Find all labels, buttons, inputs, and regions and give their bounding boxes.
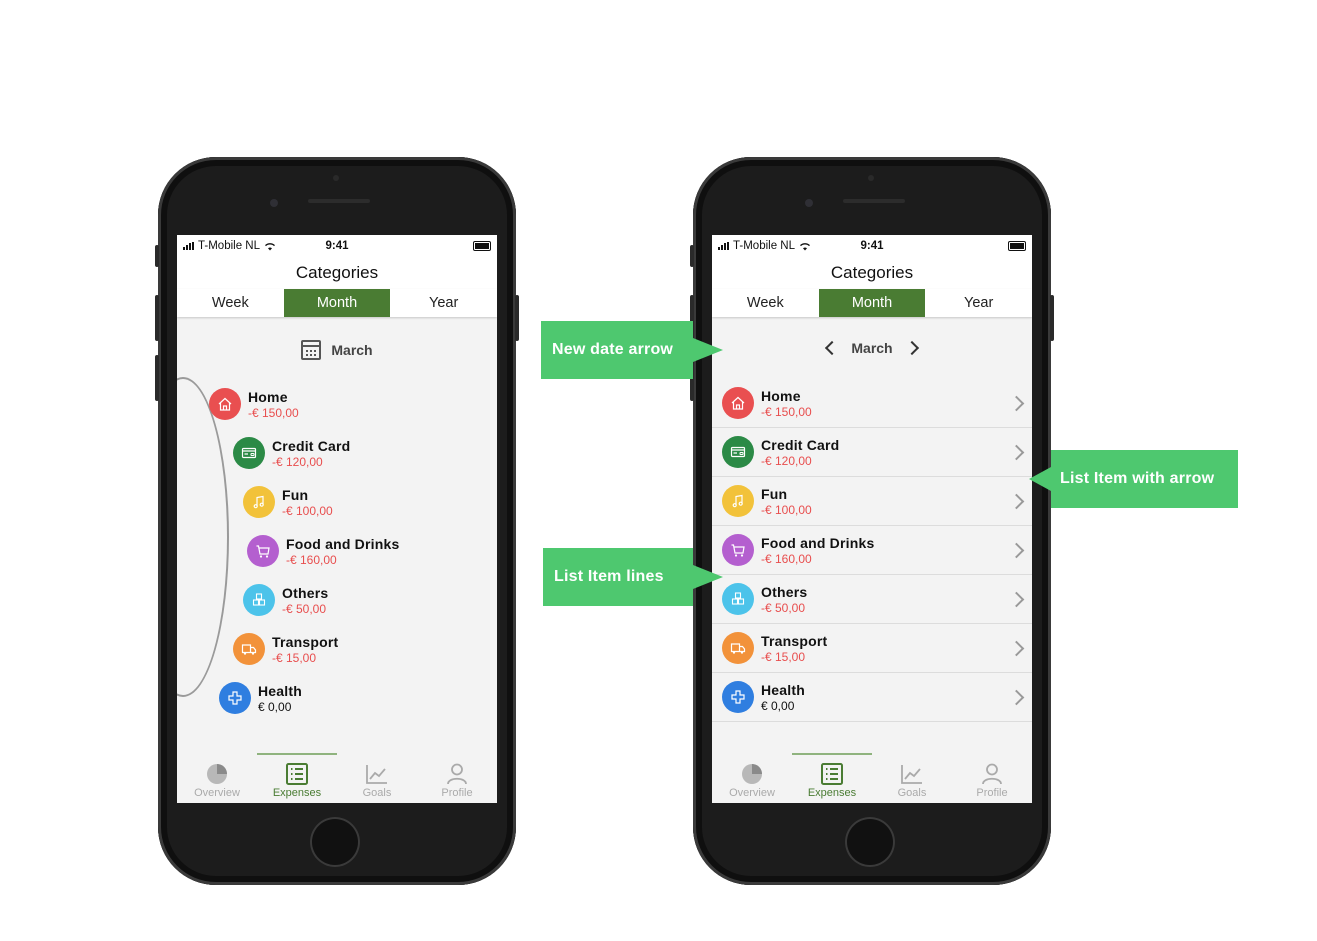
screen: T-Mobile NL 9:41 Categories Week Month Y… [712, 235, 1032, 803]
chevron-right-icon [1008, 542, 1025, 559]
tab-week[interactable]: Week [177, 289, 284, 317]
pie-chart-icon [742, 764, 762, 784]
shopping-cart-icon [722, 534, 754, 566]
music-note-icon [722, 485, 754, 517]
status-bar: T-Mobile NL 9:41 [177, 235, 497, 257]
truck-icon [233, 633, 265, 665]
category-list: Home -€ 150,00 Credit Card -€ 120,00 Fun -€… [712, 379, 1032, 722]
list-item-others[interactable]: Others -€ 50,00 [712, 575, 1032, 624]
status-time: 9:41 [860, 240, 884, 252]
list-item-health[interactable]: Health € 0,00 [712, 673, 1032, 722]
line-chart-icon [366, 765, 387, 784]
chevron-right-icon [1008, 640, 1025, 657]
list-item-fun[interactable]: Fun -€ 100,00 [712, 477, 1032, 526]
list-item-credit-card[interactable]: Credit Card -€ 120,00 [233, 437, 350, 469]
camera-icon [270, 199, 278, 207]
tab-week[interactable]: Week [712, 289, 819, 317]
tabbar-expenses[interactable]: Expenses [257, 753, 337, 803]
pie-chart-icon [207, 764, 227, 784]
callout-list-item-with-arrow: List Item with arrow [1029, 450, 1238, 508]
screen: T-Mobile NL 9:41 Categories Week Month Y… [177, 235, 497, 803]
user-icon [447, 763, 467, 785]
bottom-tab-bar: Overview Expenses Goals Profile [177, 753, 497, 803]
list-item-transport[interactable]: Transport -€ 15,00 [233, 633, 338, 665]
list-item-food-and-drinks[interactable]: Food and Drinks -€ 160,00 [712, 526, 1032, 575]
battery-icon [1008, 241, 1026, 251]
month-label: March [851, 340, 893, 356]
callout-new-date-arrow: New date arrow [541, 321, 723, 379]
tabbar-overview[interactable]: Overview [177, 753, 257, 803]
list-icon [821, 763, 843, 785]
month-label: March [331, 342, 373, 358]
list-item-home[interactable]: Home -€ 150,00 [712, 379, 1032, 428]
date-selector: March [712, 317, 1032, 379]
line-chart-icon [901, 765, 922, 784]
tab-year[interactable]: Year [925, 289, 1032, 317]
health-cross-icon [722, 681, 754, 713]
chevron-right-icon [1008, 493, 1025, 510]
page-title: Categories [712, 257, 1032, 289]
tab-year[interactable]: Year [390, 289, 497, 317]
user-icon [982, 763, 1002, 785]
chevron-left-icon[interactable] [825, 340, 840, 356]
period-tabs: Week Month Year [712, 289, 1032, 317]
calendar-icon [301, 340, 322, 360]
tabbar-expenses[interactable]: Expenses [792, 753, 872, 803]
shopping-cart-icon [247, 535, 279, 567]
list-item-health[interactable]: Health € 0,00 [219, 682, 302, 714]
chevron-right-icon [1008, 395, 1025, 412]
chevron-right-icon [1008, 591, 1025, 608]
chevron-right-icon [1008, 689, 1025, 706]
tabbar-goals[interactable]: Goals [337, 753, 417, 803]
callout-list-item-lines: List Item lines [543, 548, 723, 606]
camera-icon [805, 199, 813, 207]
truck-icon [722, 632, 754, 664]
home-icon [722, 387, 754, 419]
home-button[interactable] [845, 817, 895, 867]
tabbar-overview[interactable]: Overview [712, 753, 792, 803]
cubes-icon [243, 584, 275, 616]
status-bar: T-Mobile NL 9:41 [712, 235, 1032, 257]
list-icon [286, 763, 308, 785]
tabbar-goals[interactable]: Goals [872, 753, 952, 803]
chevron-right-icon[interactable] [904, 340, 919, 356]
list-item-others[interactable]: Others -€ 50,00 [243, 584, 328, 616]
tab-month[interactable]: Month [818, 289, 926, 317]
chevron-right-icon [1008, 444, 1025, 461]
tabbar-profile[interactable]: Profile [952, 753, 1032, 803]
cubes-icon [722, 583, 754, 615]
list-item-home[interactable]: Home -€ 150,00 [209, 388, 299, 420]
date-selector[interactable]: March [177, 317, 497, 383]
home-icon [209, 388, 241, 420]
period-tabs: Week Month Year [177, 289, 497, 317]
list-item-food-and-drinks[interactable]: Food and Drinks -€ 160,00 [247, 535, 399, 567]
curve-decoration [177, 377, 229, 697]
tabbar-profile[interactable]: Profile [417, 753, 497, 803]
credit-card-icon [233, 437, 265, 469]
list-item-fun[interactable]: Fun -€ 100,00 [243, 486, 333, 518]
page-title: Categories [177, 257, 497, 289]
home-button[interactable] [310, 817, 360, 867]
list-item-credit-card[interactable]: Credit Card -€ 120,00 [712, 428, 1032, 477]
phone-mockup-original: T-Mobile NL 9:41 Categories Week Month Y… [155, 157, 519, 885]
health-cross-icon [219, 682, 251, 714]
bottom-tab-bar: Overview Expenses Goals Profile [712, 753, 1032, 803]
phone-mockup-redesign: T-Mobile NL 9:41 Categories Week Month Y… [690, 157, 1054, 885]
music-note-icon [243, 486, 275, 518]
status-time: 9:41 [325, 240, 349, 252]
list-item-transport[interactable]: Transport -€ 15,00 [712, 624, 1032, 673]
battery-icon [473, 241, 491, 251]
tab-month[interactable]: Month [283, 289, 391, 317]
credit-card-icon [722, 436, 754, 468]
